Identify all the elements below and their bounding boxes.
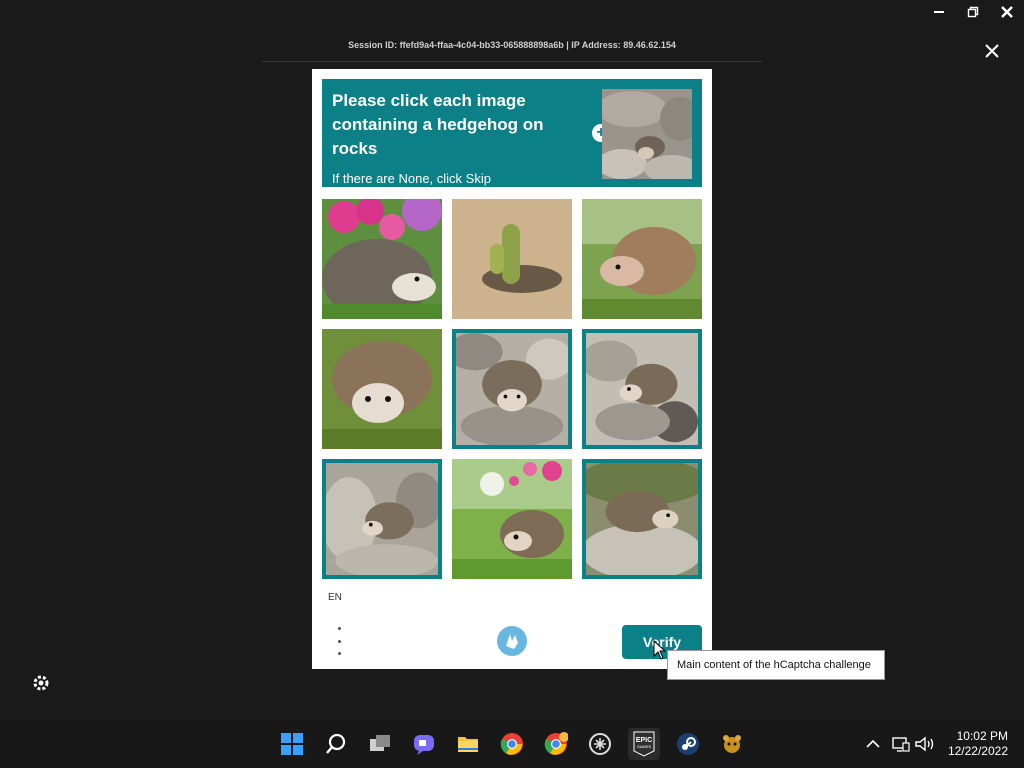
- divider: [262, 61, 762, 62]
- taskbar: EPIC GAMES 10:02 PM 12/22/2022: [0, 720, 1024, 768]
- captcha-card: Please click each image containing a hed…: [312, 69, 712, 669]
- challenge-tile-5[interactable]: [452, 329, 572, 449]
- close-window-button[interactable]: [990, 0, 1024, 24]
- more-vertical-icon: [337, 627, 341, 630]
- challenge-tile-7[interactable]: [322, 459, 442, 579]
- settings-button[interactable]: [32, 674, 50, 692]
- chrome-profile-icon: [544, 732, 568, 755]
- window-controls: [922, 0, 1024, 24]
- language-selector[interactable]: EN: [328, 592, 342, 603]
- challenge-tile-2[interactable]: [452, 199, 572, 319]
- restore-button[interactable]: [956, 0, 990, 24]
- svg-text:GAMES: GAMES: [637, 744, 652, 749]
- unknown-app-button[interactable]: [584, 728, 616, 760]
- file-explorer-icon: [458, 737, 478, 752]
- chrome-profile-button[interactable]: [540, 728, 572, 760]
- windows-start-icon: [281, 733, 303, 755]
- mouse-cursor-icon: [653, 640, 667, 660]
- minimize-button[interactable]: [922, 0, 956, 24]
- close-icon: [1001, 6, 1013, 18]
- chevron-up-icon: [866, 739, 880, 748]
- steam-button[interactable]: [672, 728, 704, 760]
- minimize-icon: [934, 11, 944, 13]
- clock[interactable]: 10:02 PM 12/22/2022: [948, 729, 1008, 759]
- show-hidden-icons-button[interactable]: [862, 733, 884, 755]
- challenge-tile-6[interactable]: [582, 329, 702, 449]
- volume-button[interactable]: [914, 733, 936, 755]
- search-button[interactable]: [320, 728, 352, 760]
- session-info: Session ID: ffefd9a4-ffaa-4c04-bb33-0658…: [348, 40, 676, 50]
- svg-text:EPIC: EPIC: [636, 737, 652, 744]
- close-icon: [985, 44, 999, 58]
- restore-icon: [967, 6, 979, 18]
- close-challenge-button[interactable]: [980, 40, 1004, 62]
- task-view-icon: [370, 735, 390, 751]
- teams-chat-button[interactable]: [408, 728, 440, 760]
- network-button[interactable]: [890, 733, 912, 755]
- challenge-tile-3[interactable]: [582, 199, 702, 319]
- hcaptcha-logo-icon: [496, 625, 528, 657]
- steam-icon: [677, 733, 699, 755]
- epic-games-button[interactable]: EPIC GAMES: [628, 728, 660, 760]
- chrome-button[interactable]: [496, 728, 528, 760]
- challenge-tile-1[interactable]: [322, 199, 442, 319]
- gear-icon: [33, 675, 49, 691]
- volume-icon: [915, 736, 934, 752]
- search-icon: [326, 733, 346, 754]
- game-app-icon: [723, 735, 741, 753]
- challenge-subtext: If there are None, click Skip: [332, 171, 491, 186]
- chrome-icon: [500, 733, 523, 755]
- clock-date: 12/22/2022: [947, 744, 1008, 758]
- menu-button[interactable]: [332, 627, 346, 655]
- epic-games-icon: EPIC GAMES: [633, 731, 655, 757]
- teams-chat-icon: [414, 735, 434, 755]
- unknown-app-icon: [589, 733, 611, 755]
- task-view-button[interactable]: [364, 728, 396, 760]
- challenge-tile-4[interactable]: [322, 329, 442, 449]
- file-explorer-button[interactable]: [452, 728, 484, 760]
- game-app-button[interactable]: [716, 728, 748, 760]
- network-icon: [892, 737, 910, 752]
- clock-time: 10:02 PM: [956, 729, 1008, 743]
- challenge-header: Please click each image containing a hed…: [322, 79, 702, 187]
- challenge-prompt: Please click each image containing a hed…: [332, 91, 544, 158]
- challenge-tile-9[interactable]: [582, 459, 702, 579]
- tooltip: Main content of the hCaptcha challenge: [667, 650, 885, 680]
- start-button[interactable]: [276, 728, 308, 760]
- challenge-tile-8[interactable]: [452, 459, 572, 579]
- example-image: [602, 89, 692, 179]
